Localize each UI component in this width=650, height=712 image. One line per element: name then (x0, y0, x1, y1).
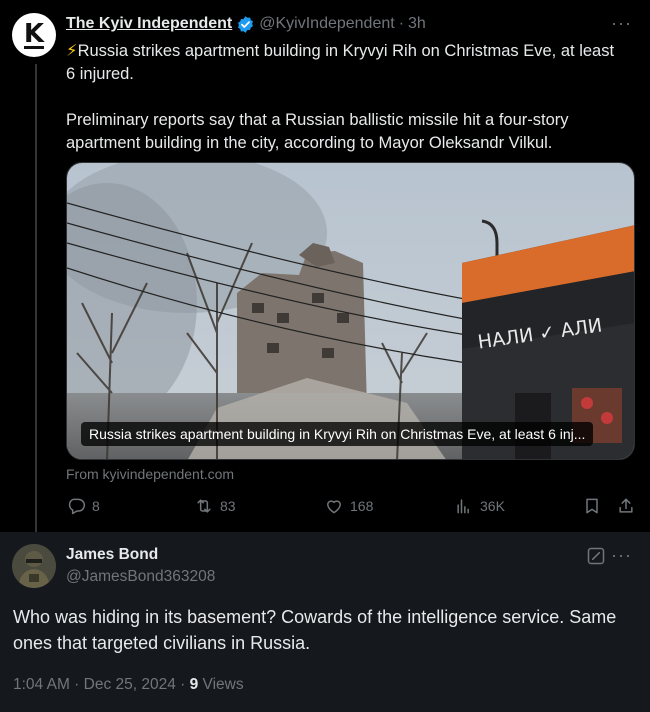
reply-timestamp[interactable]: 1:04 AM · Dec 25, 2024 · (13, 676, 190, 693)
views-button[interactable]: 36K (454, 496, 505, 516)
reply-author-name[interactable]: James Bond (66, 546, 158, 564)
share-button[interactable] (616, 496, 636, 516)
reply-views-label: Views (198, 676, 244, 693)
thread-line (35, 64, 37, 532)
author-name[interactable]: The Kyiv Independent (66, 15, 232, 33)
link-source[interactable]: From kyivindependent.com (66, 466, 234, 482)
post-time[interactable]: 3h (408, 15, 426, 33)
share-icon (619, 498, 633, 513)
separator-dot: · (398, 15, 405, 32)
tweet-header: The Kyiv Independent @KyivIndependent · … (66, 14, 426, 34)
bookmark-icon (586, 498, 598, 514)
tweet-article[interactable]: K The Kyiv Independent @KyivIndependent … (0, 0, 650, 532)
reply-text: Who was hiding in its basement? Cowards … (13, 607, 617, 653)
reply-author-handle[interactable]: @JamesBond363208 (66, 568, 215, 586)
repost-icon (197, 499, 211, 513)
bookmark-button[interactable] (582, 496, 602, 516)
lightning-icon: ⚡ (66, 42, 78, 60)
repost-button[interactable]: 83 (194, 496, 236, 516)
link-card-image[interactable]: НАЛИ ✓ АЛИ Russia strikes apartment buil… (66, 162, 635, 460)
grok-icon[interactable] (586, 546, 606, 566)
kyiv-independent-avatar[interactable]: K (12, 13, 56, 57)
soldier-avatar-icon (12, 544, 56, 588)
reply-icon (68, 498, 86, 515)
like-button[interactable]: 168 (324, 496, 373, 516)
news-photo: НАЛИ ✓ АЛИ (67, 163, 634, 459)
repost-count: 83 (220, 498, 236, 514)
tweet-actions: 8 83 168 36K (66, 496, 636, 520)
reply-article[interactable]: James Bond @JamesBond363208 ··· Who was … (0, 532, 650, 712)
james-bond-avatar[interactable] (12, 544, 56, 588)
tweet-paragraph: Preliminary reports say that a Russian b… (66, 111, 569, 152)
reply-count: 8 (92, 498, 100, 514)
view-count: 36K (480, 498, 505, 514)
tweet-text: ⚡Russia strikes apartment building in Kr… (66, 40, 626, 155)
avatar-letter: K (23, 18, 45, 49)
more-options-icon[interactable]: ··· (611, 14, 632, 32)
like-count: 168 (350, 498, 374, 514)
analytics-icon (457, 499, 469, 514)
verified-badge-icon (236, 15, 255, 34)
reply-views-count: 9 (189, 676, 199, 693)
reply-more-options-icon[interactable]: ··· (611, 546, 632, 564)
media-caption: Russia strikes apartment building in Kry… (81, 422, 594, 446)
heart-icon (327, 500, 341, 514)
author-handle[interactable]: @KyivIndependent (259, 15, 394, 33)
reply-meta: 1:04 AM · Dec 25, 2024 · 9 Views (13, 676, 244, 694)
reply-button[interactable]: 8 (66, 496, 100, 516)
tweet-headline: Russia strikes apartment building in Kry… (66, 42, 615, 83)
